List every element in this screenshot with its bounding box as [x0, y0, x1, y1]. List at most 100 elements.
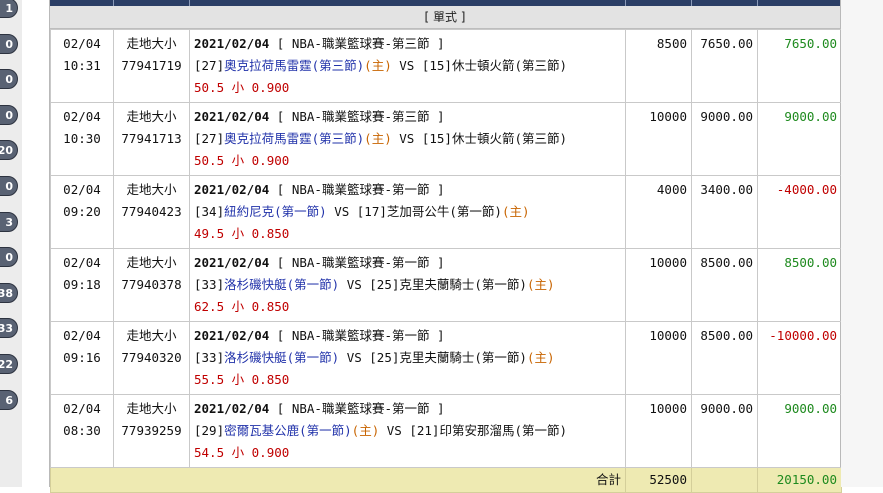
vs-label: VS	[339, 277, 370, 292]
ticket-number: 77940423	[121, 204, 182, 219]
type-cell: 走地大小 77940378	[113, 248, 190, 322]
nav-count-badge[interactable]: 22	[0, 354, 18, 374]
stake-amount: 10000	[625, 248, 692, 322]
nav-count-badge[interactable]: 0	[0, 247, 18, 268]
total-valid-empty	[691, 467, 758, 493]
bet-pick: 62.5 小 0.850	[194, 299, 290, 314]
result-amount: 9000.00	[757, 394, 842, 468]
nav-count-badge[interactable]: 0	[0, 33, 18, 54]
home-mark-1: (主)	[364, 58, 392, 73]
nav-count-badge[interactable]: 0	[0, 69, 18, 90]
date-cell: 02/04 10:31	[50, 29, 114, 103]
nav-count-badge[interactable]: 1	[0, 0, 18, 18]
total-stake: 52500	[625, 467, 692, 493]
nav-count-badge[interactable]: 20	[0, 140, 18, 161]
vs-label: VS	[326, 204, 357, 219]
away-code: [17]	[356, 204, 387, 219]
bet-time: 10:30	[63, 131, 101, 146]
column-divider	[691, 0, 692, 6]
nav-count-badge[interactable]: 3	[0, 211, 18, 232]
vs-label: VS	[391, 58, 422, 73]
bet-type: 走地大小	[126, 182, 177, 197]
bet-pick: 50.5 小 0.900	[194, 153, 290, 168]
result-amount: 7650.00	[757, 29, 842, 103]
bet-date: 02/04	[63, 255, 101, 270]
nav-count-badge[interactable]: 6	[0, 389, 18, 410]
away-code: [25]	[369, 277, 400, 292]
nav-count-badge[interactable]: 0	[0, 176, 18, 196]
away-team: 芝加哥公牛(第一節)	[386, 204, 502, 219]
date-cell: 02/04 09:18	[50, 248, 114, 322]
match-cell: 2021/02/04 [ NBA-職業籃球賽-第一節 ] [33]洛杉磯快艇(第一…	[189, 321, 626, 395]
header-strip	[50, 0, 840, 6]
bet-date: 02/04	[63, 401, 101, 416]
match-cell: 2021/02/04 [ NBA-職業籃球賽-第三節 ] [27]奧克拉荷馬雷霆(…	[189, 29, 626, 103]
bet-date: 02/04	[63, 328, 101, 343]
league-name: [ NBA-職業籃球賽-第一節 ]	[276, 182, 445, 197]
bet-date: 02/04	[63, 36, 101, 51]
match-date: 2021/02/04	[194, 36, 270, 51]
stake-amount: 10000	[625, 102, 692, 176]
date-cell: 02/04 10:30	[50, 102, 114, 176]
table-row: 02/04 10:30 走地大小 77941713 2021/02/04 [ NBA…	[50, 102, 842, 176]
away-team: 克里夫蘭騎士(第一節)	[399, 277, 527, 292]
left-panel: 1 0 0 0 20 0 3 0 38 33 22 6	[0, 0, 22, 487]
home-code: [33]	[194, 350, 225, 365]
league-name: [ NBA-職業籃球賽-第三節 ]	[276, 36, 445, 51]
table-row: 02/04 09:20 走地大小 77940423 2021/02/04 [ NBA…	[50, 175, 842, 249]
stake-amount: 8500	[625, 29, 692, 103]
vs-label: VS	[391, 131, 422, 146]
type-cell: 走地大小 77940423	[113, 175, 190, 249]
bet-pick: 50.5 小 0.900	[194, 80, 290, 95]
bet-table: 02/04 10:31 走地大小 77941719 2021/02/04 [ NBA…	[50, 29, 842, 493]
bet-time: 08:30	[63, 423, 101, 438]
valid-amount: 8500.00	[691, 248, 758, 322]
away-team: 克里夫蘭騎士(第一節)	[399, 350, 527, 365]
date-cell: 02/04 09:16	[50, 321, 114, 395]
away-team: 印第安那溜馬(第一節)	[439, 423, 568, 438]
home-code: [29]	[194, 423, 225, 438]
ticket-number: 77939259	[121, 423, 182, 438]
match-date: 2021/02/04	[194, 328, 270, 343]
type-cell: 走地大小 77941713	[113, 102, 190, 176]
table-row: 02/04 10:31 走地大小 77941719 2021/02/04 [ NBA…	[50, 29, 842, 103]
column-divider	[189, 0, 190, 6]
match-cell: 2021/02/04 [ NBA-職業籃球賽-第一節 ] [33]洛杉磯快艇(第一…	[189, 248, 626, 322]
match-date: 2021/02/04	[194, 401, 270, 416]
home-mark-2: (主)	[501, 204, 530, 219]
valid-amount: 9000.00	[691, 102, 758, 176]
result-amount: 8500.00	[757, 248, 842, 322]
home-code: [27]	[194, 131, 225, 146]
bet-pick: 55.5 小 0.850	[194, 372, 290, 387]
bet-type: 走地大小	[126, 255, 177, 270]
bet-history-panel: [ 單式 ] 02/04 10:31 走地大小 77941719 2021/02/0…	[49, 0, 842, 493]
bet-type-header: [ 單式 ]	[50, 6, 840, 29]
away-code: [15]	[421, 131, 452, 146]
bet-time: 09:18	[63, 277, 101, 292]
bet-time: 10:31	[63, 58, 101, 73]
stake-amount: 4000	[625, 175, 692, 249]
valid-amount: 7650.00	[691, 29, 758, 103]
table-row: 02/04 09:18 走地大小 77940378 2021/02/04 [ NBA…	[50, 248, 842, 322]
nav-count-badge[interactable]: 38	[0, 282, 18, 303]
total-row: 合計 52500 20150.00	[50, 467, 842, 493]
spacer	[22, 0, 49, 487]
nav-count-badge[interactable]: 0	[0, 104, 18, 125]
bet-pick: 49.5 小 0.850	[194, 226, 290, 241]
bet-type: 走地大小	[126, 109, 177, 124]
league-name: [ NBA-職業籃球賽-第三節 ]	[276, 109, 445, 124]
type-cell: 走地大小 77941719	[113, 29, 190, 103]
stake-amount: 10000	[625, 394, 692, 468]
nav-count-badge[interactable]: 33	[0, 318, 18, 339]
table-row: 02/04 08:30 走地大小 77939259 2021/02/04 [ NBA…	[50, 394, 842, 468]
home-team: 洛杉磯快艇(第一節)	[224, 277, 340, 292]
away-team: 休士頓火箭(第三節)	[451, 58, 568, 73]
home-team: 奧克拉荷馬雷霆(第三節)	[224, 131, 365, 146]
bet-type: 走地大小	[126, 401, 177, 416]
bet-date: 02/04	[63, 182, 101, 197]
home-team: 紐約尼克(第一節)	[224, 204, 327, 219]
total-result: 20150.00	[757, 467, 842, 493]
bet-date: 02/04	[63, 109, 101, 124]
away-code: [25]	[369, 350, 400, 365]
league-name: [ NBA-職業籃球賽-第一節 ]	[276, 255, 445, 270]
